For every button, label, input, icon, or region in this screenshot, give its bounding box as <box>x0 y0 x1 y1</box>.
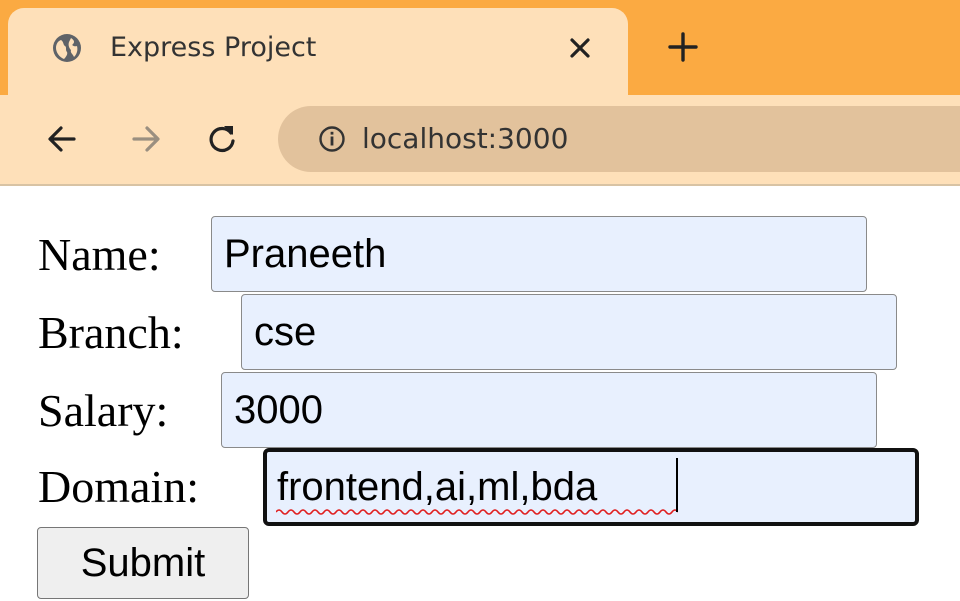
close-icon[interactable] <box>566 34 594 62</box>
domain-label: Domain: <box>38 461 199 512</box>
globe-icon <box>53 34 81 62</box>
arrow-right-icon[interactable] <box>128 121 164 157</box>
salary-input[interactable] <box>221 372 877 448</box>
branch-input[interactable] <box>241 294 897 370</box>
arrow-left-icon[interactable] <box>44 121 80 157</box>
tab-title: Express Project <box>110 32 317 63</box>
browser-tab[interactable] <box>8 8 628 98</box>
submit-button[interactable]: Submit <box>37 527 249 599</box>
salary-label: Salary: <box>38 385 169 436</box>
branch-label: Branch: <box>38 307 184 358</box>
plus-icon[interactable] <box>666 30 700 64</box>
text-caret <box>676 458 678 512</box>
name-label: Name: <box>38 229 161 280</box>
name-input[interactable] <box>211 216 867 292</box>
domain-input[interactable] <box>263 448 919 526</box>
toolbar-divider <box>0 184 960 186</box>
address-bar-url: localhost:3000 <box>362 122 569 155</box>
reload-icon[interactable] <box>204 121 240 157</box>
info-icon[interactable] <box>318 125 346 153</box>
